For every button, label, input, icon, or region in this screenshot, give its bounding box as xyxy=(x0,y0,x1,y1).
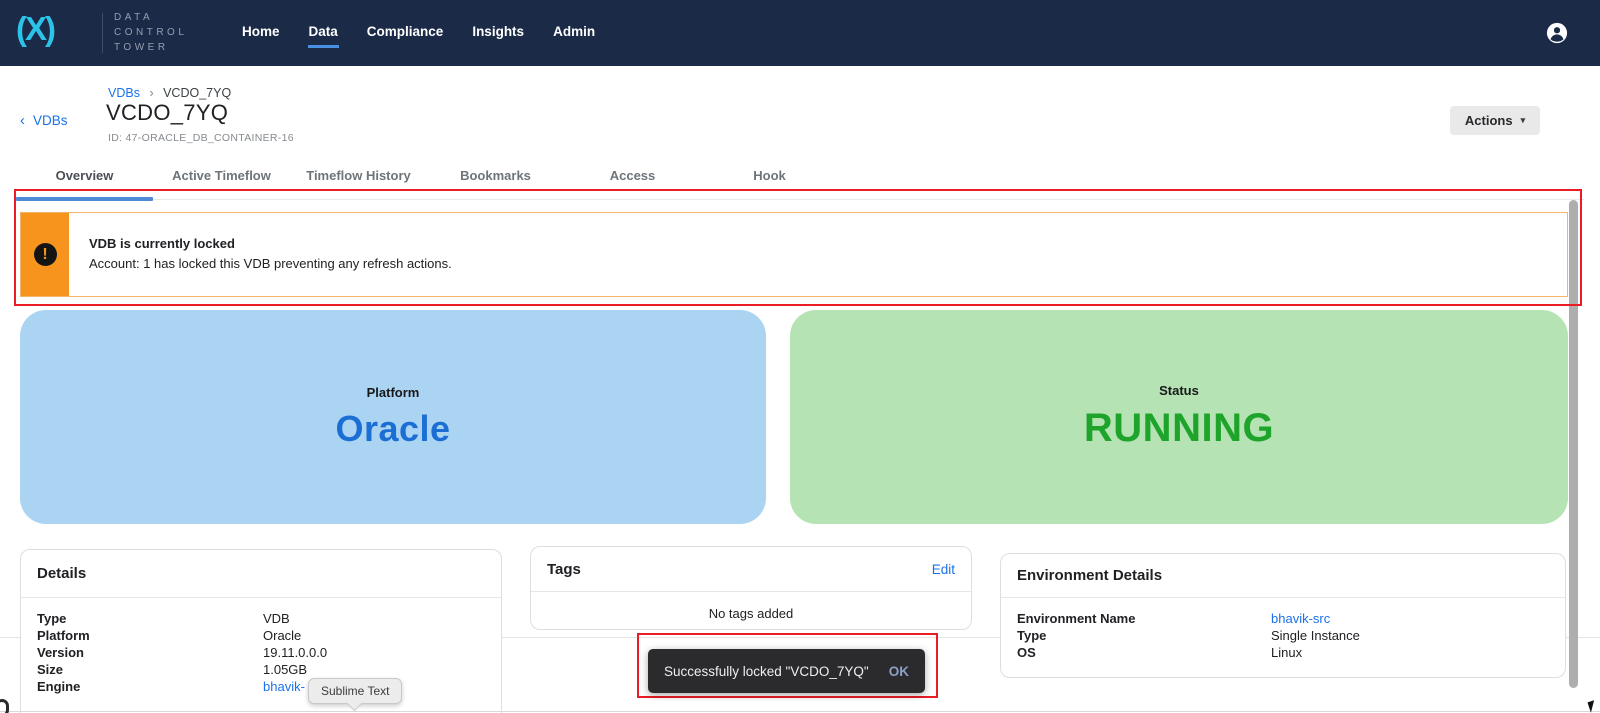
env-label-os: OS xyxy=(1017,644,1271,661)
breadcrumb-root-link[interactable]: VDBs xyxy=(108,86,140,100)
delphix-logo-icon[interactable]: (X) xyxy=(16,10,54,48)
tab-hook[interactable]: Hook xyxy=(701,168,838,183)
environment-rows: Environment Name bhavik-src Type Single … xyxy=(1001,598,1565,661)
nav-item-compliance[interactable]: Compliance xyxy=(366,18,445,48)
env-value-os: Linux xyxy=(1271,644,1302,661)
toast-ok-button[interactable]: OK xyxy=(889,664,909,679)
table-row: Platform Oracle xyxy=(37,627,485,644)
breadcrumb-current: VCDO_7YQ xyxy=(163,86,231,100)
environment-card: Environment Details Environment Name bha… xyxy=(1000,553,1566,678)
main-nav: Home Data Compliance Insights Admin xyxy=(241,0,596,66)
env-value-type: Single Instance xyxy=(1271,627,1360,644)
breadcrumb: VDBs › VCDO_7YQ xyxy=(108,86,231,100)
page-title: VCDO_7YQ xyxy=(106,100,228,126)
back-chevron-icon: ‹ xyxy=(20,112,25,129)
window-bottom-edge xyxy=(0,711,1600,712)
platform-value: Oracle xyxy=(335,408,450,450)
brand-divider xyxy=(102,13,103,53)
warning-body: VDB is currently locked Account: 1 has l… xyxy=(69,213,452,296)
app-window: (X) DATA CONTROL TOWER Home Data Complia… xyxy=(0,0,1600,713)
tab-bar: Overview Active Timeflow Timeflow Histor… xyxy=(0,164,1600,201)
tab-overview[interactable]: Overview xyxy=(16,168,153,183)
warning-text: Account: 1 has locked this VDB preventin… xyxy=(89,256,452,271)
breadcrumb-separator-icon: › xyxy=(149,86,153,100)
top-navbar: (X) DATA CONTROL TOWER Home Data Complia… xyxy=(0,0,1600,66)
table-row: OS Linux xyxy=(1017,644,1549,661)
env-label-type: Type xyxy=(1017,627,1271,644)
back-label: VDBs xyxy=(33,113,68,128)
details-card: Details Type VDB Platform Oracle Version… xyxy=(20,549,502,713)
dock-corner-shape xyxy=(0,699,9,713)
tags-empty-text: No tags added xyxy=(531,592,971,621)
details-heading: Details xyxy=(37,565,86,582)
tab-active-timeflow[interactable]: Active Timeflow xyxy=(153,168,290,183)
brand-line-1: DATA xyxy=(114,10,187,25)
nav-item-admin[interactable]: Admin xyxy=(552,18,596,48)
platform-label: Platform xyxy=(367,385,420,400)
exclamation-circle-icon: ! xyxy=(34,243,57,266)
tab-divider xyxy=(16,199,1584,200)
environment-card-header: Environment Details xyxy=(1001,554,1565,598)
table-row: Type VDB xyxy=(37,610,485,627)
toast-message: Successfully locked "VCDO_7YQ" xyxy=(664,664,879,679)
warning-title: VDB is currently locked xyxy=(89,236,452,251)
detail-label-type: Type xyxy=(37,610,263,627)
engine-link[interactable]: bhavik- xyxy=(263,678,305,695)
brand-line-2: CONTROL xyxy=(114,25,187,40)
page-id: ID: 47-ORACLE_DB_CONTAINER-16 xyxy=(108,132,294,144)
tab-timeflow-history[interactable]: Timeflow History xyxy=(290,168,427,183)
chevron-down-icon: ▾ xyxy=(1521,115,1526,126)
lock-success-toast: Successfully locked "VCDO_7YQ" OK xyxy=(648,649,925,693)
nav-item-data[interactable]: Data xyxy=(308,18,339,48)
details-card-header: Details xyxy=(21,550,501,598)
detail-value-size: 1.05GB xyxy=(263,661,307,678)
vertical-scrollbar[interactable] xyxy=(1569,200,1578,688)
detail-value-type: VDB xyxy=(263,610,290,627)
warning-strip: ! xyxy=(21,213,69,296)
account-icon[interactable] xyxy=(1546,22,1568,44)
table-row: Version 19.11.0.0.0 xyxy=(37,644,485,661)
active-tab-underline xyxy=(16,197,153,201)
table-row: Engine bhavik- xyxy=(37,678,485,695)
table-row: Environment Name bhavik-src xyxy=(1017,610,1549,627)
tab-access[interactable]: Access xyxy=(564,168,701,183)
detail-label-platform: Platform xyxy=(37,627,263,644)
actions-label: Actions xyxy=(1465,113,1513,128)
back-to-vdbs-link[interactable]: ‹ VDBs xyxy=(20,112,68,129)
details-rows: Type VDB Platform Oracle Version 19.11.0… xyxy=(21,598,501,695)
detail-label-version: Version xyxy=(37,644,263,661)
nav-item-insights[interactable]: Insights xyxy=(471,18,525,48)
status-card: Status RUNNING xyxy=(790,310,1568,524)
tab-bookmarks[interactable]: Bookmarks xyxy=(427,168,564,183)
tags-heading: Tags xyxy=(547,561,581,578)
brand-line-3: TOWER xyxy=(114,40,187,55)
lock-warning-banner: ! VDB is currently locked Account: 1 has… xyxy=(20,212,1568,297)
brand-name: DATA CONTROL TOWER xyxy=(114,10,187,55)
actions-button[interactable]: Actions ▾ xyxy=(1450,106,1540,135)
sublime-text-tooltip: Sublime Text xyxy=(308,678,402,704)
detail-value-platform: Oracle xyxy=(263,627,301,644)
tags-edit-link[interactable]: Edit xyxy=(932,562,955,577)
tags-card: Tags Edit No tags added xyxy=(530,546,972,630)
tags-card-header: Tags Edit xyxy=(531,547,971,592)
environment-heading: Environment Details xyxy=(1017,567,1162,584)
status-label: Status xyxy=(1159,383,1199,398)
nav-item-home[interactable]: Home xyxy=(241,18,281,48)
detail-label-engine: Engine xyxy=(37,678,263,695)
detail-label-size: Size xyxy=(37,661,263,678)
table-row: Type Single Instance xyxy=(1017,627,1549,644)
detail-value-version: 19.11.0.0.0 xyxy=(263,644,327,661)
environment-name-link[interactable]: bhavik-src xyxy=(1271,610,1330,627)
env-label-name: Environment Name xyxy=(1017,610,1271,627)
platform-card: Platform Oracle xyxy=(20,310,766,524)
table-row: Size 1.05GB xyxy=(37,661,485,678)
status-value: RUNNING xyxy=(1084,406,1274,451)
